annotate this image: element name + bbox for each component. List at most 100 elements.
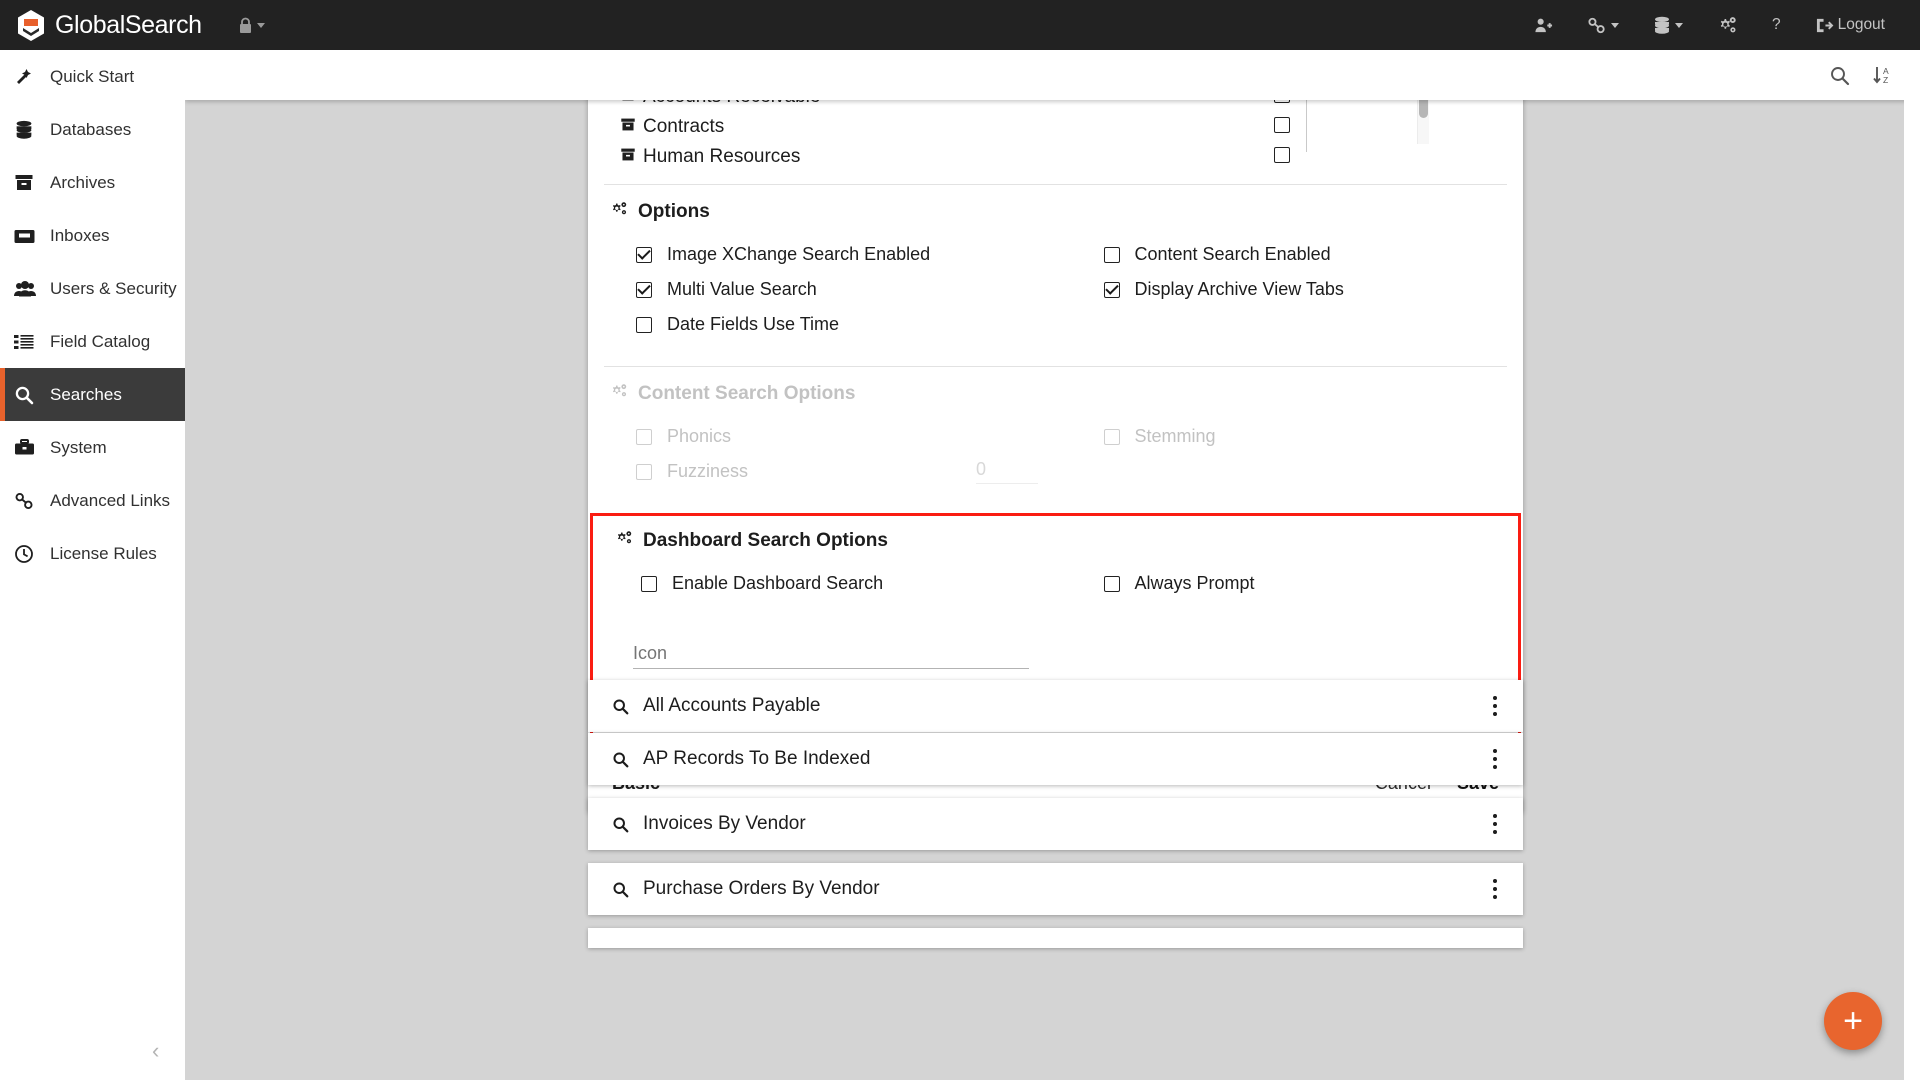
- option-row[interactable]: Multi Value Search: [636, 272, 1056, 307]
- dashboard-right-column: Always Prompt: [1056, 566, 1519, 601]
- option-label: Date Fields Use Time: [667, 314, 840, 334]
- archive-row[interactable]: Human Resources: [588, 142, 1523, 172]
- search-icon[interactable]: [1829, 65, 1850, 86]
- archive-name: Contracts: [643, 116, 725, 137]
- archive-box-icon: [14, 173, 40, 192]
- lock-dropdown[interactable]: [238, 17, 265, 34]
- archive-checkbox[interactable]: [1274, 146, 1290, 163]
- row-menu-button[interactable]: [1485, 808, 1505, 840]
- settings-gears-icon[interactable]: [1700, 0, 1755, 50]
- option-label: Enable Dashboard Search: [672, 573, 884, 593]
- clock-icon: [14, 544, 40, 564]
- sidebar-collapse-button[interactable]: ‹: [152, 1040, 159, 1062]
- list-item-label: Purchase Orders By Vendor: [643, 878, 880, 899]
- option-label: Image XChange Search Enabled: [667, 244, 931, 264]
- list-item[interactable]: All Accounts Payable: [588, 680, 1523, 732]
- content-search-enabled-checkbox[interactable]: [1103, 246, 1120, 263]
- fuzziness-checkbox: [636, 463, 652, 480]
- phonics-checkbox: [636, 428, 652, 445]
- gears-icon: [612, 201, 630, 223]
- link-dropdown[interactable]: [1570, 0, 1636, 50]
- option-label: Fuzziness: [667, 461, 749, 481]
- briefcase-icon: [14, 438, 40, 457]
- row-menu-button[interactable]: [1485, 690, 1505, 722]
- database-icon: [14, 120, 40, 140]
- chevron-down-icon: [1610, 22, 1619, 28]
- content-search-options-title: Content Search Options: [588, 383, 1523, 405]
- date-fields-use-time-checkbox[interactable]: [636, 316, 652, 333]
- sidebar-item-system[interactable]: System: [0, 421, 185, 474]
- option-row: Phonics: [636, 419, 1056, 454]
- dashboard-search-options-title: Dashboard Search Options: [593, 516, 1518, 552]
- option-row: Stemming: [1103, 419, 1524, 454]
- option-row[interactable]: Content Search Enabled: [1103, 237, 1524, 272]
- logout-button[interactable]: Logout: [1798, 0, 1902, 50]
- sidebar-item-advanced-links[interactable]: Advanced Links: [0, 474, 185, 527]
- multi-value-search-checkbox[interactable]: [636, 281, 652, 298]
- add-search-button[interactable]: +: [1824, 992, 1882, 1050]
- sidebar-item-databases[interactable]: Databases: [0, 103, 185, 156]
- archive-list-scroll-thumb[interactable]: [1419, 100, 1428, 118]
- gears-icon: [612, 383, 630, 405]
- list-item-label: Invoices By Vendor: [643, 813, 806, 834]
- search-icon: [612, 816, 629, 833]
- content-search-options-section: Content Search Options Phonics Fuzziness…: [588, 367, 1523, 501]
- sidebar-item-field-catalog[interactable]: Field Catalog: [0, 315, 185, 368]
- list-item[interactable]: Purchase Orders By Vendor: [588, 863, 1523, 915]
- sidebar-item-searches[interactable]: Searches: [0, 368, 185, 421]
- archive-box-icon: [620, 100, 636, 108]
- sidebar-item-label: License Rules: [50, 543, 157, 563]
- sidebar-item-inboxes[interactable]: Inboxes: [0, 209, 185, 262]
- sidebar-item-label: Quick Start: [50, 66, 135, 86]
- archive-row[interactable]: Contracts: [588, 112, 1523, 142]
- option-row[interactable]: Image XChange Search Enabled: [636, 237, 1056, 272]
- enable-dashboard-search-checkbox[interactable]: [641, 575, 657, 592]
- archive-checkbox[interactable]: [1274, 100, 1290, 103]
- display-archive-view-tabs-checkbox[interactable]: [1103, 281, 1120, 298]
- option-row[interactable]: Always Prompt: [1103, 566, 1519, 601]
- help-icon[interactable]: ?: [1755, 0, 1798, 50]
- sidebar-item-label: Searches: [50, 384, 122, 404]
- chevron-down-icon: [256, 22, 265, 28]
- list-item[interactable]: AP Records To Be Indexed: [588, 733, 1523, 785]
- image-xchange-search-checkbox[interactable]: [636, 246, 652, 263]
- link-icon: [14, 492, 40, 510]
- logout-label: Logout: [1837, 16, 1885, 33]
- list-item[interactable]: [588, 928, 1523, 948]
- option-label: Display Archive View Tabs: [1134, 279, 1344, 299]
- row-menu-button[interactable]: [1485, 743, 1505, 775]
- always-prompt-checkbox[interactable]: [1103, 575, 1120, 592]
- database-dropdown[interactable]: [1636, 0, 1700, 50]
- archive-box-icon: [620, 116, 636, 138]
- option-label: Content Search Enabled: [1134, 244, 1331, 264]
- search-icon: [612, 751, 629, 768]
- section-title-text: Content Search Options: [638, 383, 856, 404]
- section-title-text: Options: [638, 201, 710, 222]
- archive-checkbox[interactable]: [1274, 116, 1290, 133]
- sidebar-item-label: Users & Security: [50, 278, 177, 298]
- sidebar-item-label: System: [50, 437, 107, 457]
- stemming-checkbox: [1103, 428, 1120, 445]
- options-left-column: Image XChange Search Enabled Multi Value…: [588, 237, 1056, 342]
- sidebar-item-label: Field Catalog: [50, 331, 151, 351]
- brand[interactable]: GlobalSearch: [0, 9, 202, 42]
- list-item[interactable]: Invoices By Vendor: [588, 798, 1523, 850]
- sidebar-item-users-security[interactable]: Users & Security: [0, 262, 185, 315]
- inbox-icon: [14, 226, 40, 245]
- option-row[interactable]: Enable Dashboard Search: [641, 566, 1056, 601]
- page-right-edge: [1904, 50, 1920, 1080]
- magic-wand-icon: [14, 67, 40, 87]
- sidebar-item-license-rules[interactable]: License Rules: [0, 527, 185, 580]
- archive-row[interactable]: Accounts Receivable: [588, 100, 1523, 112]
- row-menu-button[interactable]: [1485, 873, 1505, 905]
- option-row[interactable]: Display Archive View Tabs: [1103, 272, 1524, 307]
- fuzziness-value-input: 0: [976, 459, 1039, 484]
- section-title-text: Dashboard Search Options: [643, 530, 888, 551]
- sort-alpha-down-icon[interactable]: A Z: [1872, 64, 1894, 86]
- sidebar-item-quick-start[interactable]: Quick Start: [0, 50, 185, 103]
- sidebar-item-archives[interactable]: Archives: [0, 156, 185, 209]
- add-user-icon[interactable]: [1517, 0, 1570, 50]
- options-section-title: Options: [588, 201, 1523, 223]
- option-row[interactable]: Date Fields Use Time: [636, 307, 1056, 342]
- icon-field[interactable]: [633, 641, 1029, 669]
